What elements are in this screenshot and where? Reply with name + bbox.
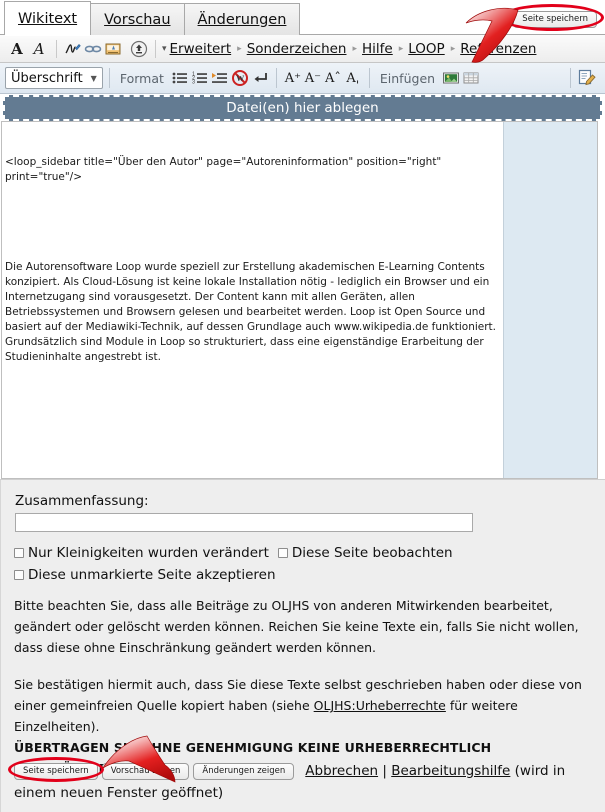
svg-text:W: W xyxy=(236,74,244,83)
top-save-button-wrap: Seite speichern xyxy=(513,6,597,29)
checkbox-minor-edit-item[interactable]: Nur Kleinigkeiten wurden verändert xyxy=(14,545,269,561)
no-wiki-icon[interactable]: W xyxy=(230,68,250,88)
tab-vorschau-label: Vorschau xyxy=(104,11,171,28)
toolbar-menu-loop[interactable]: LOOP xyxy=(408,41,444,57)
show-preview-button[interactable]: Vorschau zeigen xyxy=(101,763,190,781)
cancel-link[interactable]: Abbrechen xyxy=(305,763,378,779)
wikitext-paragraph: Die Autorensoftware Loop wurde speziell … xyxy=(5,261,500,363)
checkbox-watch-page-item[interactable]: Diese Seite beobachten xyxy=(277,545,453,561)
summary-input[interactable] xyxy=(15,513,473,532)
toolbar-text-format-group: A A xyxy=(6,35,50,62)
bold-icon[interactable]: A xyxy=(6,38,28,60)
heading-select-value: Überschrift xyxy=(11,70,83,86)
tab-aenderungen-label: Änderungen xyxy=(197,11,287,28)
edit-page-icon[interactable] xyxy=(577,68,597,88)
toolbar-insert-group xyxy=(63,35,149,62)
toolbar-menu-links: ▾ Erweitert ▸ Sonderzeichen ▸ Hilfe ▸ LO… xyxy=(162,41,536,57)
tab-aenderungen[interactable]: Änderungen xyxy=(183,3,301,35)
form-action-bar: Seite speichern Vorschau zeigen Änderungen… xyxy=(14,760,594,804)
chevron-down-icon: ▾ xyxy=(162,43,167,54)
tab-vorschau[interactable]: Vorschau xyxy=(90,3,185,35)
save-page-button-top[interactable]: Seite speichern xyxy=(513,11,597,29)
toolbar-divider-2 xyxy=(155,39,156,58)
tab-wikitext-label: Wikitext xyxy=(18,10,78,27)
signature-icon[interactable] xyxy=(63,39,83,59)
save-page-button[interactable]: Seite speichern xyxy=(14,763,98,781)
toolbar-menu-hilfe[interactable]: Hilfe xyxy=(362,41,393,57)
textarea-resize-grip[interactable] xyxy=(490,466,501,477)
wikitext-editor: <loop_sidebar title="Über den Autor" pag… xyxy=(1,121,598,479)
toolbar-menu-sonderzeichen[interactable]: Sonderzeichen xyxy=(247,41,347,57)
line-break-icon[interactable] xyxy=(250,68,270,88)
file-dropzone-label: Datei(en) hier ablegen xyxy=(226,100,379,116)
wikitext-textarea[interactable]: <loop_sidebar title="Über den Autor" pag… xyxy=(2,122,503,478)
numbered-list-icon[interactable]: 1 2 3 xyxy=(190,68,210,88)
toolbar-menu-referenzen[interactable]: Referenzen xyxy=(460,41,536,57)
indent-icon[interactable] xyxy=(210,68,230,88)
checkbox-watch-page[interactable] xyxy=(277,548,288,558)
insert-label: Einfügen xyxy=(379,70,436,86)
chevron-right-icon-3: ▸ xyxy=(398,43,404,54)
font-bigger-icon[interactable]: A⁺ xyxy=(283,68,303,88)
tab-list: Wikitext Vorschau Änderungen xyxy=(4,1,301,36)
font-smaller-icon[interactable]: A⁻ xyxy=(303,68,323,88)
toolbar-divider xyxy=(56,39,57,58)
bullet-list-icon[interactable] xyxy=(170,68,190,88)
checkbox-accept-unmarked[interactable] xyxy=(14,570,24,580)
format-label: Format xyxy=(119,70,164,86)
summary-label: Zusammenfassung: xyxy=(15,493,149,509)
subscript-icon[interactable]: Aˌ xyxy=(343,68,363,88)
wikitext-blank-line xyxy=(5,215,499,230)
insert-image-icon[interactable] xyxy=(441,68,461,88)
wikitext-line-sidebar-tag: <loop_sidebar title="Über den Autor" pag… xyxy=(5,156,445,183)
superscript-icon[interactable]: Aˆ xyxy=(323,68,343,88)
svg-text:3: 3 xyxy=(192,80,195,86)
chevron-right-icon-2: ▸ xyxy=(352,43,358,54)
toolbar-secondary: Überschrift ▼ Format 1 2 3 W A⁺ A⁻ Aˆ Aˌ… xyxy=(0,63,605,94)
toolbar2-divider-3 xyxy=(368,68,370,88)
toolbar2-divider-1 xyxy=(108,68,110,88)
chevron-right-icon-4: ▸ xyxy=(450,43,456,54)
insert-table-icon[interactable] xyxy=(461,68,481,88)
toolbar-primary: A A ▾ Erweitert ▸ Sonderzeichen ▸ Hilfe … xyxy=(0,35,605,63)
file-dropzone[interactable]: Datei(en) hier ablegen xyxy=(3,95,602,121)
checkbox-accept-unmarked-label: Diese unmarkierte Seite akzeptieren xyxy=(28,567,276,583)
edit-options-checkboxes: Nur Kleinigkeiten wurden verändert Diese … xyxy=(14,542,589,586)
editing-help-link[interactable]: Bearbeitungshilfe xyxy=(391,763,510,779)
italic-icon[interactable]: A xyxy=(28,38,50,60)
tab-bar: Wikitext Vorschau Änderungen Seite speic… xyxy=(0,0,605,36)
show-changes-button[interactable]: Änderungen zeigen xyxy=(193,763,295,781)
tab-wikitext[interactable]: Wikitext xyxy=(4,1,92,36)
chevron-down-icon: ▼ xyxy=(90,73,97,83)
toolbar-menu-erweitert[interactable]: Erweitert xyxy=(170,41,232,57)
checkbox-accept-unmarked-item[interactable]: Diese unmarkierte Seite akzeptieren xyxy=(14,567,276,583)
reference-icon[interactable] xyxy=(103,39,123,59)
copyright-link[interactable]: OLJHS:Urheberrechte xyxy=(314,698,446,713)
legal-paragraph-1: Bitte beachten Sie, dass alle Beiträge z… xyxy=(14,598,579,655)
toolbar2-divider-2 xyxy=(275,68,277,88)
checkbox-minor-edit[interactable] xyxy=(14,548,24,558)
checkbox-watch-page-label: Diese Seite beobachten xyxy=(291,545,453,561)
checkbox-minor-edit-label: Nur Kleinigkeiten wurden verändert xyxy=(28,545,269,561)
chevron-right-icon-1: ▸ xyxy=(237,43,242,54)
edit-form-footer: Zusammenfassung: Nur Kleinigkeiten wurde… xyxy=(0,479,605,812)
toolbar2-divider-4 xyxy=(570,68,571,88)
editor-side-panel xyxy=(503,122,597,478)
upload-icon[interactable] xyxy=(129,39,149,59)
link-separator: | xyxy=(382,763,387,779)
link-icon[interactable] xyxy=(83,39,103,59)
edit-page-screen: Wikitext Vorschau Änderungen Seite speic… xyxy=(0,0,605,812)
heading-select[interactable]: Überschrift ▼ xyxy=(5,67,103,89)
